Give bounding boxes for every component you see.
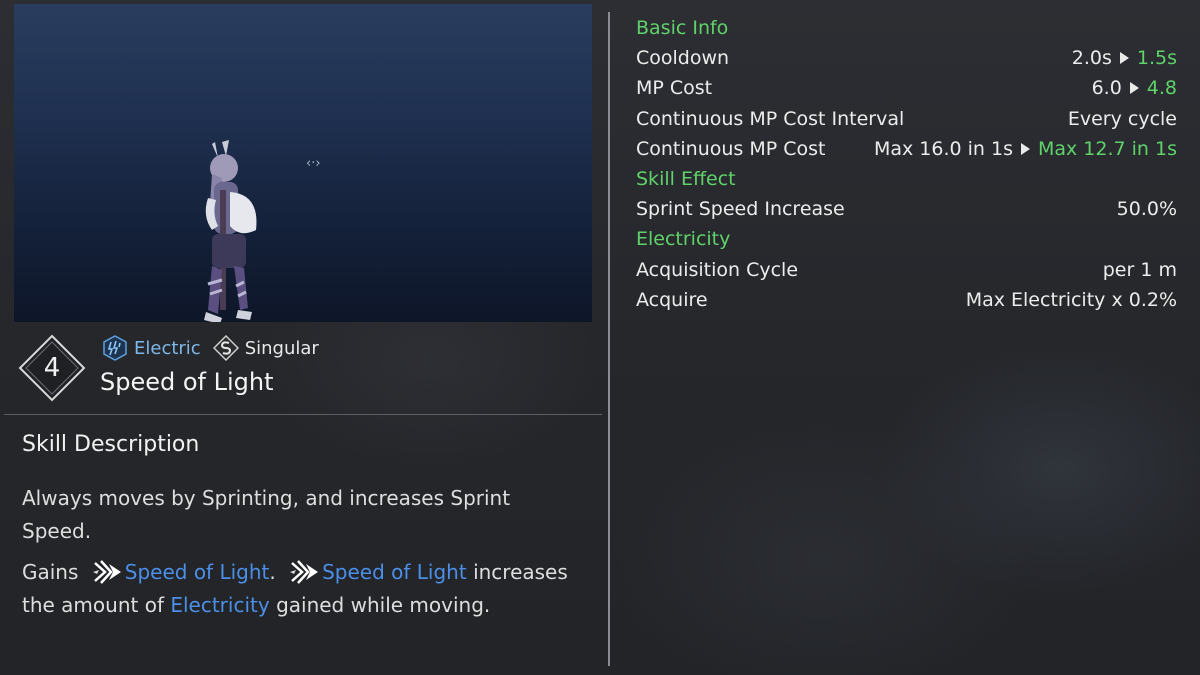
section-title: Skill Effect bbox=[636, 168, 736, 191]
period-text: . bbox=[269, 560, 276, 584]
stat-new-value: 1.5s bbox=[1136, 47, 1177, 70]
skill-level-badge: 4 bbox=[18, 334, 86, 402]
skill-stats-panel: Basic Info Cooldown 2.0s 1.5s MP Cost 6.… bbox=[636, 13, 1177, 315]
header-divider bbox=[4, 414, 602, 415]
stat-row-acquisition-cycle: Acquisition Cycle per 1 m bbox=[636, 255, 1177, 285]
stat-row-mp-cost: MP Cost 6.0 4.8 bbox=[636, 73, 1177, 103]
stat-old-value: 2.0s bbox=[1071, 47, 1112, 70]
stat-new-value: 4.8 bbox=[1146, 77, 1177, 100]
gained-text: gained while moving. bbox=[276, 593, 491, 617]
section-skill-effect: Skill Effect bbox=[636, 164, 1177, 194]
gains-text: Gains bbox=[22, 560, 79, 584]
skill-header: 4 Electric Singular Speed of Light bbox=[0, 330, 606, 414]
arrow-right-icon bbox=[1119, 52, 1129, 65]
section-basic-info: Basic Info bbox=[636, 13, 1177, 43]
stat-label: Acquisition Cycle bbox=[636, 258, 799, 281]
section-electricity: Electricity bbox=[636, 224, 1177, 254]
stat-label: Sprint Speed Increase bbox=[636, 198, 845, 221]
skill-description-title: Skill Description bbox=[22, 432, 200, 457]
skill-level-number: 4 bbox=[43, 353, 61, 383]
skill-tags: Electric Singular bbox=[102, 334, 331, 362]
speed-of-light-buff-icon bbox=[92, 560, 121, 584]
stat-value: Max Electricity x 0.2% bbox=[965, 288, 1177, 311]
description-buff-paragraph: Gains Speed of Light. Speed of Light inc… bbox=[22, 556, 582, 622]
stat-value: Every cycle bbox=[1067, 107, 1177, 130]
skill-detail-panel: ‹·› 4 Electric Singular Speed of Light S… bbox=[0, 0, 606, 675]
tag-electric-label: Electric bbox=[134, 337, 201, 359]
description-line: Always moves by Sprinting, and increases… bbox=[22, 486, 511, 543]
stat-value: 2.0s 1.5s bbox=[1072, 47, 1177, 69]
stat-row-continuous-mp: Continuous MP Cost Max 16.0 in 1s Max 12… bbox=[636, 134, 1177, 164]
section-title: Electricity bbox=[636, 228, 731, 251]
stat-row-mp-interval: Continuous MP Cost Interval Every cycle bbox=[636, 104, 1177, 134]
tag-singular: Singular bbox=[212, 335, 319, 361]
skill-name: Speed of Light bbox=[100, 368, 274, 396]
rotate-drag-hint-icon: ‹·› bbox=[306, 156, 321, 171]
stat-row-sprint-speed: Sprint Speed Increase 50.0% bbox=[636, 194, 1177, 224]
speed-of-light-buff-icon bbox=[290, 560, 319, 584]
arrow-right-icon bbox=[1129, 82, 1139, 95]
stat-row-cooldown: Cooldown 2.0s 1.5s bbox=[636, 43, 1177, 73]
stat-old-value: 6.0 bbox=[1091, 77, 1122, 100]
stat-value: Max 16.0 in 1s Max 12.7 in 1s bbox=[874, 138, 1177, 160]
electric-icon bbox=[103, 335, 127, 361]
stat-label: Continuous MP Cost Interval bbox=[636, 107, 905, 130]
stat-value: 50.0% bbox=[1116, 198, 1177, 221]
skill-preview-video[interactable]: ‹·› bbox=[14, 4, 592, 322]
stat-label: Acquire bbox=[636, 288, 708, 311]
section-title: Basic Info bbox=[636, 17, 729, 40]
stat-label: Continuous MP Cost bbox=[636, 137, 826, 160]
speed-of-light-link[interactable]: Speed of Light bbox=[125, 560, 270, 584]
stat-old-value: Max 16.0 in 1s bbox=[873, 137, 1013, 160]
tag-singular-label: Singular bbox=[244, 337, 319, 359]
panel-divider bbox=[608, 12, 610, 666]
tag-electric: Electric bbox=[102, 335, 201, 361]
stat-value: per 1 m bbox=[1102, 258, 1177, 281]
character-model bbox=[204, 140, 257, 322]
stat-label: MP Cost bbox=[636, 77, 713, 100]
stat-value: 6.0 4.8 bbox=[1092, 77, 1177, 99]
skill-description-body: Always moves by Sprinting, and increases… bbox=[22, 482, 582, 630]
singular-icon bbox=[212, 335, 239, 361]
stat-label: Cooldown bbox=[636, 47, 730, 70]
stat-row-acquire: Acquire Max Electricity x 0.2% bbox=[636, 285, 1177, 315]
speed-of-light-link-2[interactable]: Speed of Light bbox=[322, 560, 467, 584]
stat-new-value: Max 12.7 in 1s bbox=[1037, 137, 1177, 160]
arrow-right-icon bbox=[1020, 142, 1030, 155]
electricity-link[interactable]: Electricity bbox=[170, 593, 269, 617]
